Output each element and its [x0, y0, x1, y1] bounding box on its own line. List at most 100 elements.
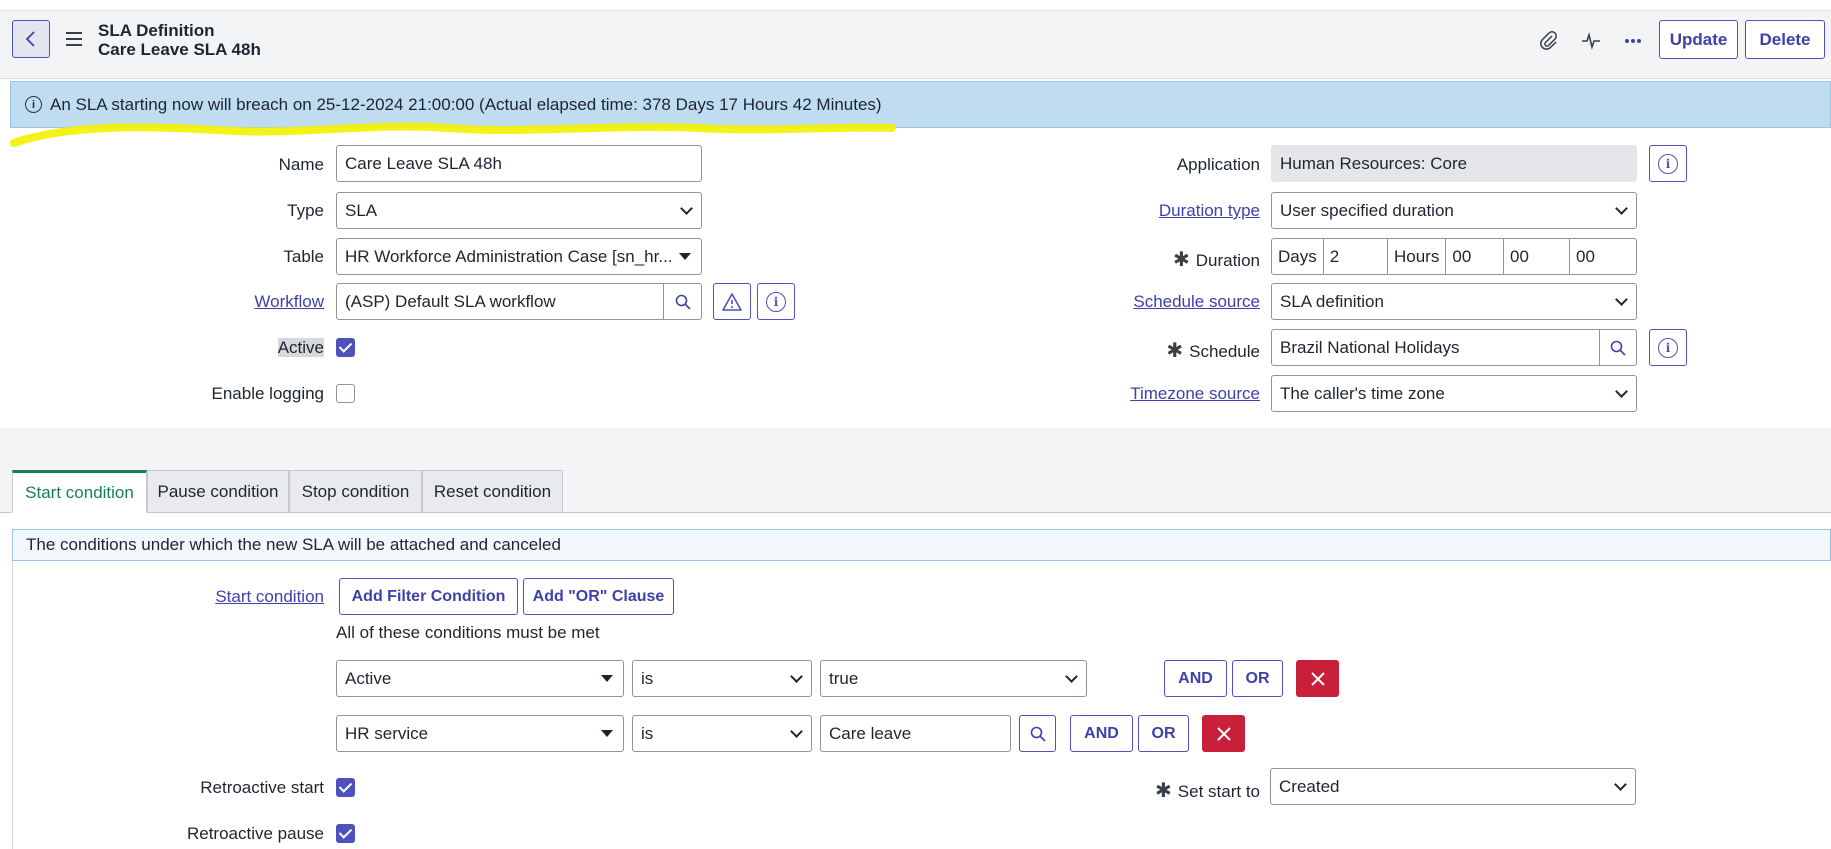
- add-or-clause-button[interactable]: Add "OR" Clause: [523, 578, 674, 615]
- back-button[interactable]: [12, 20, 50, 58]
- retroactive-pause-checkbox[interactable]: [336, 824, 355, 843]
- highlighter-mark: [10, 122, 896, 147]
- schedule-value: Brazil National Holidays: [1280, 337, 1460, 357]
- chevron-down-icon: [1614, 777, 1627, 791]
- schedule-source-link[interactable]: Schedule source: [1050, 292, 1260, 312]
- chevron-left-icon: [25, 31, 35, 47]
- workflow-link[interactable]: Workflow: [180, 292, 324, 312]
- active-label-text: Active: [277, 338, 324, 357]
- enable-logging-checkbox[interactable]: [336, 384, 355, 403]
- chevron-down-icon: [1615, 201, 1628, 215]
- and-button[interactable]: AND: [1070, 715, 1133, 752]
- retroactive-pause-label: Retroactive pause: [186, 824, 324, 843]
- name-field[interactable]: Care Leave SLA 48h: [336, 145, 702, 182]
- chevron-down-icon: [790, 724, 803, 738]
- tab-stop-condition[interactable]: Stop condition: [289, 470, 422, 513]
- table-label: Table: [283, 247, 324, 266]
- info-icon: i: [1658, 153, 1678, 174]
- timezone-source-link[interactable]: Timezone source: [1050, 384, 1260, 404]
- start-condition-link[interactable]: Start condition: [170, 587, 324, 607]
- and-button[interactable]: AND: [1164, 660, 1227, 697]
- or-button[interactable]: OR: [1232, 660, 1283, 697]
- condition-value-field[interactable]: Care leave: [820, 715, 1011, 752]
- schedule-source-value: SLA definition: [1280, 291, 1384, 311]
- required-icon: ✱: [1166, 340, 1184, 362]
- condition-operator-value: is: [641, 723, 654, 743]
- chevron-down-icon: [1615, 292, 1628, 306]
- hours-input[interactable]: 00: [1445, 239, 1503, 274]
- schedule-info-button[interactable]: i: [1649, 329, 1687, 366]
- set-start-select[interactable]: Created: [1270, 768, 1636, 805]
- chevron-down-icon: [680, 201, 693, 215]
- condition-field-select[interactable]: HR service: [336, 715, 624, 752]
- days-label: Days: [1278, 246, 1317, 266]
- schedule-search-icon[interactable]: [1600, 330, 1636, 365]
- table-select[interactable]: HR Workforce Administration Case [sn_hr.…: [336, 238, 702, 275]
- condition-description: The conditions under which the new SLA w…: [12, 529, 1831, 561]
- minutes-input[interactable]: 00: [1504, 239, 1570, 274]
- set-start-label: ✱ Set start to: [1050, 778, 1260, 803]
- info-icon: i: [1658, 337, 1678, 358]
- add-filter-condition-button[interactable]: Add Filter Condition: [339, 578, 518, 615]
- retroactive-start-checkbox[interactable]: [336, 778, 355, 797]
- tab-start-condition[interactable]: Start condition: [12, 470, 147, 513]
- info-icon: i: [25, 96, 42, 113]
- application-field: Human Resources: Core: [1271, 145, 1637, 182]
- days-input[interactable]: 2: [1322, 239, 1387, 274]
- set-start-value: Created: [1279, 776, 1340, 796]
- dropdown-triangle-icon: [601, 730, 613, 737]
- application-label: Application: [1176, 155, 1260, 174]
- delete-button[interactable]: Delete: [1745, 20, 1825, 59]
- more-options-icon[interactable]: [1620, 28, 1646, 54]
- attachment-icon[interactable]: [1536, 28, 1562, 54]
- timezone-source-select[interactable]: The caller's time zone: [1271, 375, 1637, 412]
- chevron-down-icon: [1615, 384, 1628, 398]
- top-divider: [0, 0, 1831, 11]
- chevron-down-icon: [790, 669, 803, 683]
- workflow-info-button[interactable]: i: [757, 283, 795, 320]
- application-info-button[interactable]: i: [1649, 145, 1687, 182]
- duration-type-link[interactable]: Duration type: [1050, 201, 1260, 221]
- page-title: SLA Definition: [98, 21, 215, 40]
- condition-field-select[interactable]: Active: [336, 660, 624, 697]
- panel-border: [12, 561, 13, 849]
- type-label: Type: [287, 201, 324, 220]
- condition-operator-select[interactable]: is: [632, 715, 812, 752]
- workflow-search-icon[interactable]: [664, 284, 701, 319]
- workflow-field[interactable]: (ASP) Default SLA workflow: [336, 283, 702, 320]
- hours-group: Hours 00: [1388, 239, 1504, 274]
- condition-operator-select[interactable]: is: [632, 660, 812, 697]
- warning-button[interactable]: [713, 283, 751, 320]
- type-value: SLA: [345, 200, 378, 220]
- all-conditions-text: All of these conditions must be met: [336, 623, 600, 642]
- menu-icon[interactable]: [66, 32, 82, 46]
- duration-label-text: Duration: [1195, 251, 1260, 270]
- condition-search-button[interactable]: [1019, 715, 1056, 752]
- remove-condition-button[interactable]: [1202, 715, 1245, 752]
- schedule-field[interactable]: Brazil National Holidays: [1271, 329, 1637, 366]
- remove-condition-button[interactable]: [1296, 660, 1339, 697]
- update-button[interactable]: Update: [1659, 20, 1738, 59]
- table-value: HR Workforce Administration Case [sn_hr.…: [345, 246, 673, 266]
- search-icon: [1030, 726, 1046, 742]
- condition-field-value: HR service: [345, 723, 429, 743]
- activity-icon[interactable]: [1578, 28, 1604, 54]
- active-checkbox[interactable]: [336, 338, 355, 357]
- seconds-input[interactable]: 00: [1570, 239, 1636, 274]
- condition-value-select[interactable]: true: [820, 660, 1087, 697]
- timezone-source-value: The caller's time zone: [1280, 383, 1445, 403]
- schedule-label: ✱ Schedule: [1050, 338, 1260, 363]
- chevron-down-icon: [1065, 669, 1078, 683]
- schedule-source-select[interactable]: SLA definition: [1271, 283, 1637, 320]
- retroactive-start-label: Retroactive start: [200, 778, 324, 797]
- duration-group: Days 2 Hours 00 00 00: [1271, 238, 1637, 275]
- duration-type-select[interactable]: User specified duration: [1271, 192, 1637, 229]
- type-select[interactable]: SLA: [336, 192, 702, 229]
- tab-reset-condition[interactable]: Reset condition: [422, 470, 563, 513]
- tab-pause-condition[interactable]: Pause condition: [147, 470, 289, 513]
- required-icon: ✱: [1155, 780, 1172, 802]
- dropdown-triangle-icon: [601, 675, 613, 682]
- dropdown-triangle-icon: [679, 253, 691, 260]
- section-separator: [0, 428, 1831, 448]
- or-button[interactable]: OR: [1138, 715, 1189, 752]
